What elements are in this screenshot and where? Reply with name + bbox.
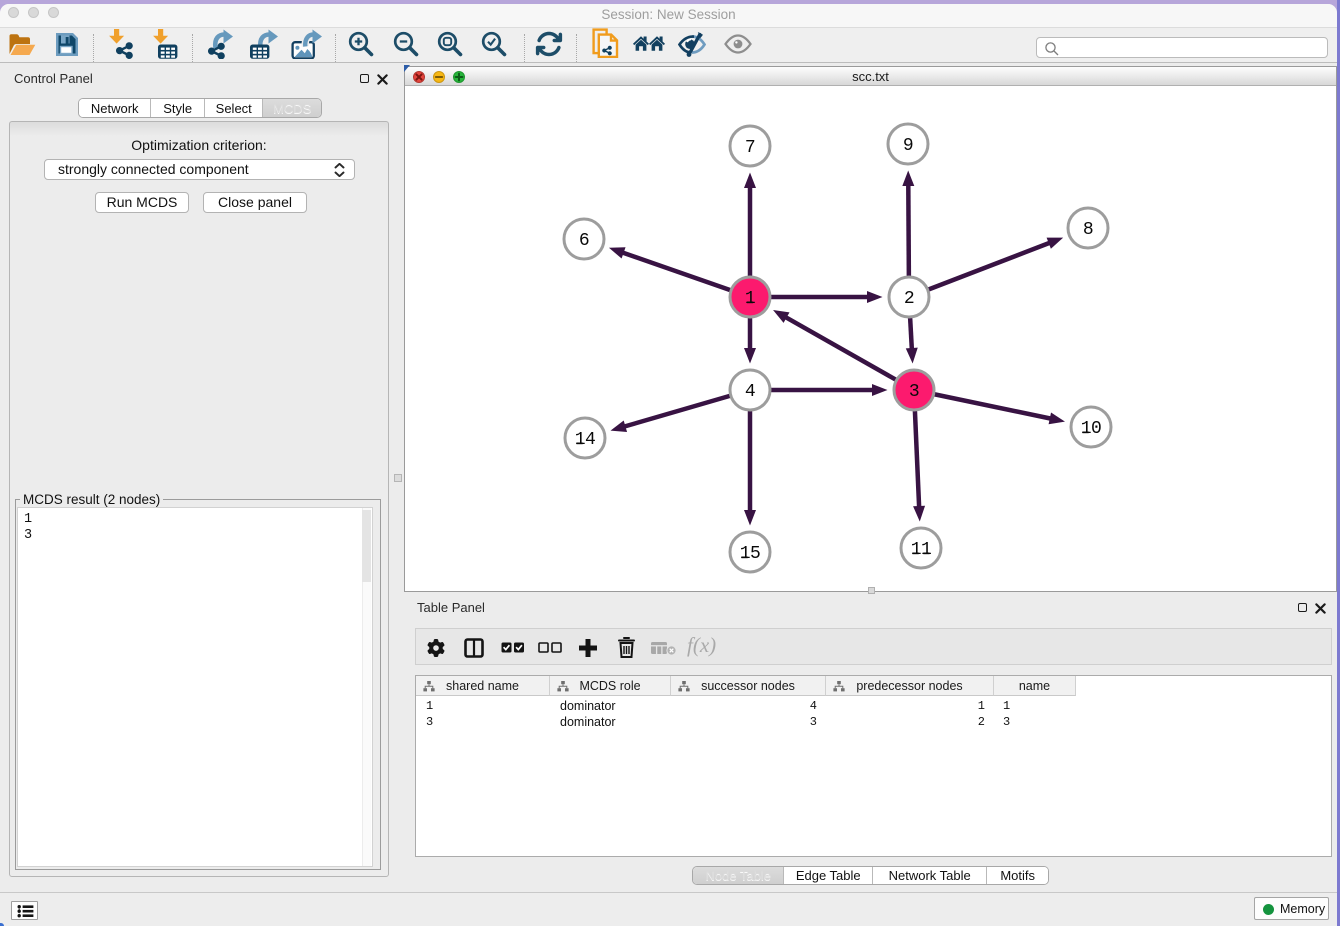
svg-text:11: 11 xyxy=(911,540,932,560)
svg-text:10: 10 xyxy=(1081,419,1102,439)
svg-text:6: 6 xyxy=(579,231,589,251)
svg-text:3: 3 xyxy=(909,382,919,402)
svg-text:14: 14 xyxy=(575,430,596,450)
svg-text:4: 4 xyxy=(745,382,755,402)
svg-text:1: 1 xyxy=(745,289,755,309)
svg-text:8: 8 xyxy=(1083,220,1093,240)
svg-text:15: 15 xyxy=(740,544,761,564)
svg-text:9: 9 xyxy=(903,136,913,156)
svg-text:7: 7 xyxy=(745,138,755,158)
svg-text:2: 2 xyxy=(904,289,914,309)
